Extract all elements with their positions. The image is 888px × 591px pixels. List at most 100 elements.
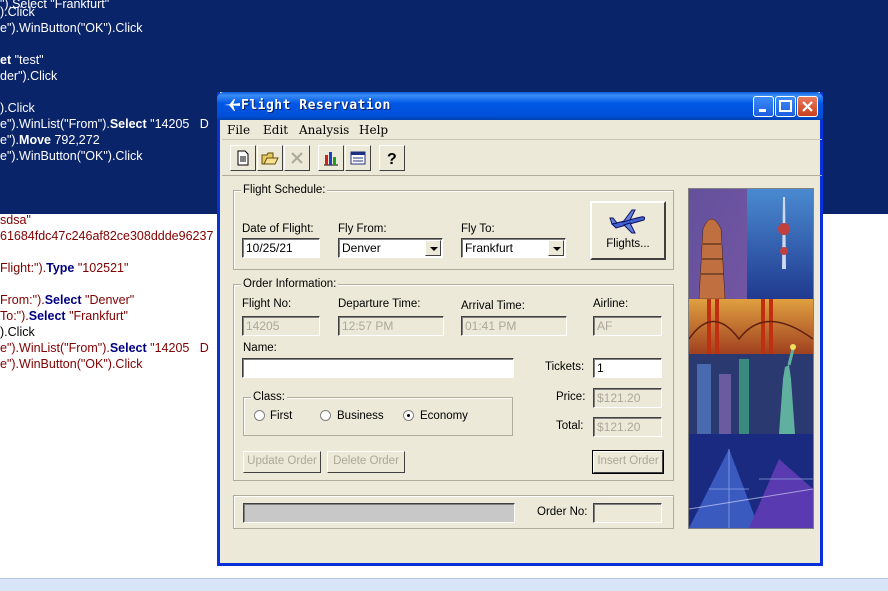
- airline-field: AF: [593, 316, 662, 336]
- name-label: Name:: [243, 342, 277, 354]
- class-business-label[interactable]: Business: [337, 410, 384, 422]
- script-line[interactable]: 61684fdc47c246af82ce308ddde96237: [0, 229, 213, 244]
- help-icon: ?: [387, 151, 397, 167]
- tickets-input[interactable]: 1: [593, 358, 662, 378]
- fly-to-value: Frankfurt: [465, 241, 514, 255]
- script-line[interactable]: e").WinButton("OK").Click: [0, 357, 143, 372]
- script-text: ).Click: [0, 5, 35, 19]
- script-text: ).Click: [0, 101, 35, 115]
- script-text: "14205 D: [146, 117, 209, 131]
- script-text: To:").: [0, 309, 29, 323]
- script-text: "Frankfurt": [65, 309, 128, 323]
- script-text: e").WinButton("OK").Click: [0, 357, 143, 371]
- menu-help[interactable]: Help: [359, 123, 388, 137]
- flight-reservation-window: Flight Reservation File Edit Analysis He…: [217, 92, 823, 566]
- menu-analysis[interactable]: Analysis: [299, 123, 349, 137]
- chevron-down-icon[interactable]: [548, 240, 564, 256]
- arrival-time-field: 01:41 PM: [461, 316, 567, 336]
- script-text: e").WinButton("OK").Click: [0, 149, 143, 163]
- travel-collage-graphic: [689, 189, 813, 528]
- script-line[interactable]: Flight:").Type "102521": [0, 261, 128, 276]
- script-line[interactable]: sdsa": [0, 213, 31, 228]
- script-line[interactable]: e").WinList("From").Select "14205 D: [0, 341, 209, 356]
- new-order-button[interactable]: [230, 145, 256, 171]
- script-text: e").WinList("From").: [0, 341, 110, 355]
- flights-button-label: Flights...: [606, 238, 650, 250]
- close-button[interactable]: [797, 96, 818, 117]
- title-bar[interactable]: Flight Reservation: [217, 92, 823, 120]
- tickets-label: Tickets:: [545, 361, 585, 373]
- script-text: ).Click: [0, 325, 35, 339]
- name-input[interactable]: [242, 358, 514, 378]
- script-keyword: Type: [46, 261, 75, 275]
- date-of-flight-input[interactable]: 10/25/21: [242, 238, 320, 258]
- script-text: 61684fdc47c246af82ce308ddde96237: [0, 229, 214, 243]
- maximize-icon: [779, 100, 792, 112]
- update-order-button[interactable]: Update Order: [243, 451, 321, 473]
- class-first-label[interactable]: First: [270, 410, 292, 422]
- total-field: $121.20: [593, 417, 662, 437]
- minimize-button[interactable]: [753, 96, 774, 117]
- svg-text:?: ?: [387, 151, 397, 167]
- departure-time-field: 12:57 PM: [338, 316, 444, 336]
- script-text: e").WinList("From").: [0, 117, 110, 131]
- class-economy-label[interactable]: Economy: [420, 410, 468, 422]
- minimize-icon: [759, 109, 766, 112]
- toolbar: ?: [222, 141, 822, 176]
- editor-status-strip: [0, 578, 888, 591]
- script-text: e").: [0, 133, 20, 147]
- class-business-radio[interactable]: [320, 410, 331, 421]
- script-line[interactable]: e").WinList("From").Select "14205 D: [0, 117, 209, 132]
- script-line[interactable]: e").WinButton("OK").Click: [0, 21, 143, 36]
- fax-order-button[interactable]: [345, 145, 371, 171]
- class-economy-radio[interactable]: [403, 410, 414, 421]
- script-keyword: Select: [44, 293, 82, 307]
- price-label: Price:: [556, 391, 586, 403]
- total-label: Total:: [556, 420, 584, 432]
- insert-order-button[interactable]: Insert Order: [592, 450, 664, 474]
- script-line[interactable]: ).Click: [0, 101, 35, 116]
- flights-button[interactable]: Flights...: [590, 201, 666, 260]
- fly-from-dropdown[interactable]: Denver: [338, 238, 443, 258]
- graph-icon: [324, 152, 338, 166]
- script-text: e").WinButton("OK").Click: [0, 21, 143, 35]
- script-text: sdsa": [0, 213, 31, 227]
- delete-order-toolbar-button[interactable]: [284, 145, 310, 171]
- fax-order-icon: [350, 151, 366, 165]
- script-text: From:").: [0, 293, 45, 307]
- window-title: Flight Reservation: [241, 98, 391, 113]
- script-text: "Denver": [81, 293, 135, 307]
- menu-edit[interactable]: Edit: [263, 123, 288, 137]
- fly-to-dropdown[interactable]: Frankfurt: [461, 238, 566, 258]
- script-line[interactable]: ).Click: [0, 325, 35, 340]
- script-line[interactable]: ).Click: [0, 5, 35, 20]
- script-line[interactable]: et "test": [0, 53, 44, 68]
- close-icon: [802, 101, 813, 112]
- script-line[interactable]: der").Click: [0, 69, 57, 84]
- menu-file[interactable]: File: [227, 123, 250, 137]
- airplane-icon: [609, 209, 646, 234]
- class-first-radio[interactable]: [254, 410, 265, 421]
- chevron-down-icon[interactable]: [425, 240, 441, 256]
- script-keyword: Select: [28, 309, 66, 323]
- date-of-flight-label: Date of Flight:: [242, 223, 314, 235]
- fly-from-label: Fly From:: [338, 223, 387, 235]
- script-line[interactable]: e").Move 792,272: [0, 133, 100, 148]
- script-line[interactable]: To:").Select "Frankfurt": [0, 309, 128, 324]
- graph-button[interactable]: [318, 145, 344, 171]
- airplane-app-icon: [224, 99, 240, 111]
- delete-order-button[interactable]: Delete Order: [327, 451, 405, 473]
- arrival-time-label: Arrival Time:: [461, 300, 525, 312]
- maximize-button[interactable]: [775, 96, 796, 117]
- fly-to-label: Fly To:: [461, 223, 495, 235]
- script-keyword: Move: [19, 133, 51, 147]
- script-text: "14205 D: [146, 341, 209, 355]
- class-label: Class:: [251, 391, 287, 403]
- help-button[interactable]: ?: [379, 145, 405, 171]
- fly-from-value: Denver: [342, 241, 381, 255]
- script-line[interactable]: e").WinButton("OK").Click: [0, 149, 143, 164]
- flight-no-field: 14205: [242, 316, 320, 336]
- script-line[interactable]: From:").Select "Denver": [0, 293, 134, 308]
- open-order-icon: [261, 152, 279, 165]
- open-order-button[interactable]: [257, 145, 283, 171]
